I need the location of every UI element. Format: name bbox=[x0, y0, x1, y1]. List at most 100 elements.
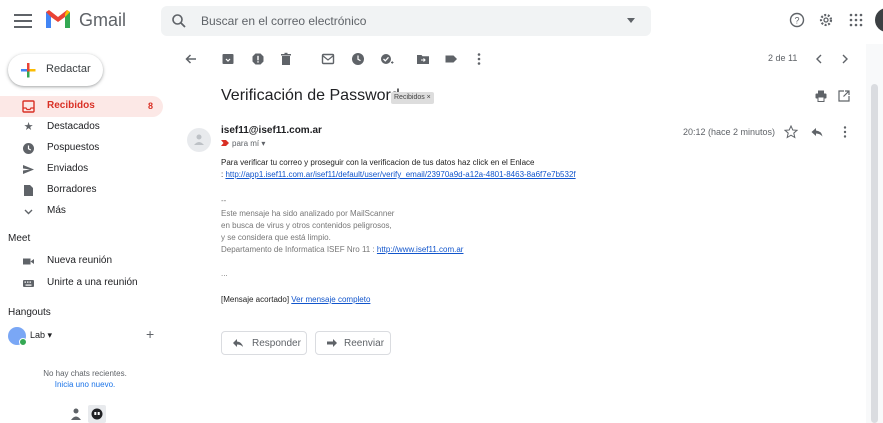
hangouts-user-name: Lab ▾ bbox=[30, 330, 53, 340]
top-bar: Gmail Buscar en el correo electrónico ? bbox=[0, 0, 883, 44]
gmail-logo-icon[interactable] bbox=[44, 8, 72, 30]
recipient-details[interactable]: para mí ▾ bbox=[221, 139, 265, 148]
report-spam-icon[interactable] bbox=[251, 52, 265, 66]
mark-unread-icon[interactable] bbox=[321, 52, 335, 66]
no-chats-text: No hay chats recientes. bbox=[43, 369, 127, 378]
view-full-message-link[interactable]: Ver mensaje completo bbox=[291, 295, 370, 304]
message-timestamp: 20:12 (hace 2 minutos) bbox=[683, 127, 776, 137]
account-avatar[interactable] bbox=[875, 8, 883, 32]
inbox-label-chip[interactable]: Recibidos × bbox=[391, 92, 434, 104]
forward-icon bbox=[327, 339, 337, 347]
to-me-label: para mí bbox=[232, 139, 260, 148]
sidebar-item-starred[interactable]: ★ Destacados bbox=[0, 117, 163, 138]
reply-label: Responder bbox=[252, 338, 301, 349]
new-meeting-item[interactable]: Nueva reunión bbox=[0, 251, 163, 272]
more-options-icon[interactable] bbox=[472, 52, 486, 66]
chevron-down-icon bbox=[24, 209, 33, 215]
move-to-folder-icon[interactable] bbox=[416, 52, 430, 66]
signature-line-4: Departamento de Informatica ISEF Nro 11 … bbox=[221, 245, 464, 254]
sidebar-item-label: Pospuestos bbox=[47, 142, 100, 153]
vertical-scrollbar[interactable] bbox=[866, 44, 883, 423]
main-menu-icon[interactable] bbox=[14, 11, 32, 31]
online-status-icon bbox=[19, 338, 27, 346]
older-chevron-right-icon[interactable] bbox=[838, 52, 852, 66]
hangouts-user[interactable]: Lab ▾ + bbox=[8, 326, 168, 349]
signature-line-2: en busca de virus y otros contenidos pel… bbox=[221, 221, 392, 230]
search-bar[interactable]: Buscar en el correo electrónico bbox=[161, 6, 651, 36]
hangouts-quote-icon bbox=[91, 408, 103, 420]
signature-line-3: y se considera que está limpio. bbox=[221, 233, 331, 242]
star-icon: ★ bbox=[23, 121, 34, 133]
settings-gear-icon[interactable] bbox=[818, 12, 834, 28]
verify-email-link[interactable]: http://app1.isef11.com.ar/isef11/default… bbox=[225, 170, 575, 179]
search-icon[interactable] bbox=[171, 13, 187, 29]
sidebar-item-label: Más bbox=[47, 205, 66, 216]
message-more-options-icon[interactable] bbox=[838, 125, 852, 139]
meet-section-title: Meet bbox=[8, 233, 31, 244]
sender-avatar[interactable] bbox=[187, 128, 211, 152]
sidebar-item-label: Recibidos bbox=[47, 100, 95, 111]
video-icon bbox=[23, 258, 34, 265]
start-new-chat-link[interactable]: Inicia uno nuevo. bbox=[0, 380, 170, 389]
keyboard-icon bbox=[23, 280, 34, 287]
sidebar-item-drafts[interactable]: Borradores bbox=[0, 180, 163, 201]
message-toolbar: 2 de 11 bbox=[176, 44, 866, 76]
new-meeting-label: Nueva reunión bbox=[47, 255, 113, 266]
reply-icon bbox=[233, 339, 243, 347]
sender-email[interactable]: isef11@isef11.com.ar bbox=[221, 125, 322, 136]
hangouts-tab[interactable] bbox=[88, 405, 106, 423]
reply-button[interactable]: Responder bbox=[221, 331, 307, 355]
forward-button[interactable]: Reenviar bbox=[315, 331, 391, 355]
print-icon[interactable] bbox=[815, 90, 827, 102]
archive-icon[interactable] bbox=[221, 52, 235, 66]
hangouts-bottom-tabs bbox=[66, 405, 116, 423]
sidebar-item-sent[interactable]: Enviados bbox=[0, 159, 163, 180]
trimmed-message-line: [Mensaje acortado] Ver mensaje completo bbox=[221, 295, 371, 304]
signature-dashes: -- bbox=[221, 196, 227, 205]
body-line-2: : http://app1.isef11.com.ar/isef11/defau… bbox=[221, 170, 576, 179]
svg-text:?: ? bbox=[794, 16, 799, 26]
sidebar-item-label: Borradores bbox=[47, 184, 97, 195]
scrollbar-thumb[interactable] bbox=[871, 84, 878, 423]
sidebar-item-more[interactable]: Más bbox=[0, 201, 163, 222]
hangouts-section-title: Hangouts bbox=[8, 307, 51, 318]
back-arrow-icon[interactable] bbox=[184, 52, 198, 66]
sidebar-item-label: Destacados bbox=[47, 121, 100, 132]
star-outline-icon[interactable] bbox=[784, 125, 798, 139]
new-chat-plus-icon[interactable]: + bbox=[146, 326, 154, 342]
important-marker-icon bbox=[221, 140, 229, 146]
search-options-icon[interactable] bbox=[627, 18, 635, 23]
compose-label: Redactar bbox=[46, 63, 91, 75]
unread-count-badge: 8 bbox=[147, 101, 153, 111]
clock-icon bbox=[23, 143, 34, 154]
sidebar-item-snoozed[interactable]: Pospuestos bbox=[0, 138, 163, 159]
body-line-1: Para verificar tu correo y proseguir con… bbox=[221, 158, 535, 167]
open-new-window-icon[interactable] bbox=[838, 90, 850, 102]
join-meeting-item[interactable]: Unirte a una reunión bbox=[0, 273, 163, 294]
inbox-icon bbox=[22, 100, 35, 113]
isef11-website-link[interactable]: http://www.isef11.com.ar bbox=[377, 245, 464, 254]
apps-grid-icon[interactable] bbox=[848, 12, 864, 28]
label-tag-icon[interactable] bbox=[444, 52, 458, 66]
newer-chevron-left-icon[interactable] bbox=[812, 52, 826, 66]
contacts-person-icon[interactable] bbox=[70, 407, 82, 421]
person-icon bbox=[194, 134, 204, 145]
help-icon[interactable]: ? bbox=[789, 12, 805, 28]
trimmed-ellipsis: ... bbox=[221, 269, 228, 278]
compose-plus-icon bbox=[21, 63, 36, 78]
sidebar-nav: Recibidos 8 ★ Destacados Pospuestos Envi… bbox=[0, 96, 163, 222]
snooze-clock-icon[interactable] bbox=[351, 52, 365, 66]
search-input[interactable]: Buscar en el correo electrónico bbox=[201, 14, 366, 28]
join-meeting-label: Unirte a una reunión bbox=[47, 277, 138, 288]
forward-label: Reenviar bbox=[344, 338, 385, 349]
sidebar-item-inbox[interactable]: Recibidos 8 bbox=[0, 96, 163, 117]
gmail-wordmark[interactable]: Gmail bbox=[79, 10, 126, 31]
draft-icon bbox=[24, 185, 33, 196]
sidebar-item-label: Enviados bbox=[47, 163, 89, 174]
reply-arrow-icon[interactable] bbox=[810, 125, 824, 139]
send-icon bbox=[23, 165, 34, 174]
add-to-tasks-icon[interactable] bbox=[380, 52, 394, 66]
message-subject: Verificación de Password bbox=[221, 87, 400, 104]
delete-trash-icon[interactable] bbox=[279, 52, 293, 66]
compose-button[interactable]: Redactar bbox=[8, 54, 103, 86]
